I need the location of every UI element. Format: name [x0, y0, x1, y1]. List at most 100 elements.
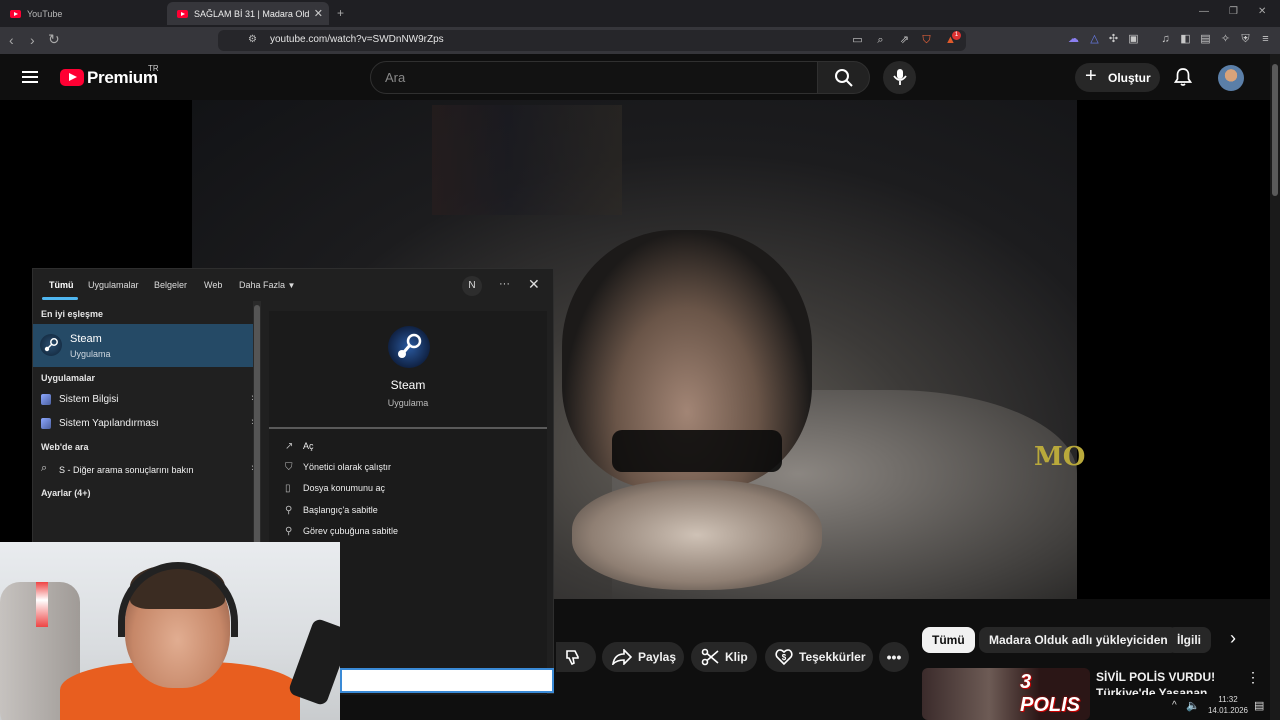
close-tab-icon[interactable]: ✕ [314, 7, 323, 20]
back-icon[interactable]: ‹ [9, 32, 14, 48]
app-result-system-config[interactable]: Sistem Yapılandırması › [33, 413, 261, 435]
search-icon [835, 69, 853, 87]
tab-apps[interactable]: Uygulamalar [88, 280, 139, 290]
thumbnail-text: 3 POLIS [1020, 671, 1081, 716]
windows-search-input[interactable] [340, 668, 554, 693]
dislike-button[interactable] [556, 642, 596, 672]
share-button[interactable]: Paylaş [602, 642, 684, 672]
recommended-video-thumbnail[interactable]: 3 POLIS [922, 668, 1090, 720]
scrollbar-thumb[interactable] [1272, 64, 1278, 196]
best-match-result[interactable]: Steam Uygulama [33, 324, 261, 367]
tab-youtube[interactable]: YouTube [0, 2, 165, 25]
address-toolbar: ‹ › ↻ ▯ ⚙ youtube.com/watch?v=SWDnNW9rZp… [0, 27, 1280, 54]
tab-video[interactable]: SAĞLAM Bİ 31 | Madara Olduk # ✕ [167, 2, 329, 25]
scissors-icon [701, 648, 719, 666]
webcam-scarf [36, 582, 48, 627]
page-scrollbar[interactable] [1270, 54, 1280, 720]
tab-more-label: Daha Fazla [239, 280, 286, 290]
more-vertical-icon[interactable]: ⋮ [1246, 669, 1260, 686]
menu-icon[interactable]: ≡ [1259, 33, 1272, 46]
url-field[interactable]: ⚙ youtube.com/watch?v=SWDnNW9rZps ▭ ⌕ ⇗ … [218, 30, 966, 51]
search-button[interactable] [817, 61, 870, 94]
chips-next-icon[interactable]: › [1230, 628, 1236, 649]
settings-header[interactable]: Ayarlar (4+) [41, 488, 90, 498]
taskbar-tray: ^ 🔈 11:32 14.01.2026 ▤ [1166, 694, 1270, 720]
hamburger-menu-icon[interactable] [22, 71, 38, 83]
action-open[interactable]: ↗ Aç [285, 441, 314, 452]
tab-all[interactable]: Tümü [49, 280, 74, 290]
close-window-icon[interactable]: ✕ [1258, 6, 1266, 17]
clip-button[interactable]: Klip [691, 642, 757, 672]
thanks-button[interactable]: $ Teşekkürler [765, 642, 873, 672]
user-account-button[interactable]: N [462, 276, 482, 296]
minimize-icon[interactable]: — [1199, 6, 1209, 17]
volume-icon[interactable]: 🔈 [1186, 699, 1200, 712]
tab-more[interactable]: Daha Fazla ▼ [239, 280, 295, 290]
cast-icon[interactable]: ▭ [851, 34, 864, 47]
pin-icon: ⚲ [285, 526, 293, 537]
create-button[interactable]: + Oluştur [1075, 63, 1160, 92]
create-label: Oluştur [1108, 71, 1151, 85]
brave-shield-icon[interactable]: ⛉ [920, 34, 933, 47]
sidebar-toggle-icon[interactable]: ◧ [1179, 33, 1192, 46]
thumbs-down-icon [566, 650, 579, 666]
voice-search-button[interactable] [883, 61, 916, 94]
search-filter-tabs: Tümü Uygulamalar Belgeler Web Daha Fazla… [33, 269, 555, 301]
best-match-header: En iyi eşleşme [41, 309, 104, 319]
shield-icon[interactable]: ⛨ [1239, 33, 1252, 46]
app-result-system-info[interactable]: Sistem Bilgisi › [33, 389, 261, 411]
vpn-icon[interactable]: ☁ [1067, 33, 1080, 46]
folder-icon: ▯ [285, 483, 291, 494]
reload-icon[interactable]: ↻ [48, 31, 60, 48]
close-icon[interactable]: ✕ [528, 276, 540, 293]
best-match-name: Steam [70, 333, 102, 345]
search-placeholder: Ara [385, 70, 406, 85]
clock-time[interactable]: 11:32 [1208, 695, 1248, 704]
video-background [432, 105, 622, 215]
zoom-icon[interactable]: ⌕ [874, 34, 887, 47]
tab-web[interactable]: Web [204, 280, 222, 290]
action-label: Başlangıç'a sabitle [303, 505, 378, 515]
action-open-file-location[interactable]: ▯ Dosya konumunu aç [285, 483, 385, 494]
leo-icon[interactable]: △ [1088, 33, 1101, 46]
new-tab-button[interactable]: + [337, 6, 344, 20]
system-info-icon [41, 394, 51, 405]
site-settings-icon[interactable]: ⚙ [248, 34, 257, 45]
notifications-bell-icon[interactable] [1173, 67, 1193, 87]
chip-from-uploader[interactable]: Madara Olduk adlı yükleyiciden [979, 627, 1178, 653]
channel-watermark[interactable]: MO [1034, 442, 1085, 472]
extensions-icon[interactable]: ✣ [1107, 33, 1120, 46]
webcam-overlay [0, 542, 340, 720]
detail-divider [269, 427, 547, 429]
ai-icon[interactable]: ✧ [1219, 33, 1232, 46]
notification-center-icon[interactable]: ▤ [1254, 699, 1264, 712]
app-result-label: Sistem Bilgisi [59, 394, 119, 405]
action-run-as-admin[interactable]: ⛉ Yönetici olarak çalıştır [285, 462, 391, 473]
action-pin-to-start[interactable]: ⚲ Başlangıç'a sabitle [285, 505, 378, 516]
caret-down-icon: ▼ [287, 281, 296, 290]
screenshot-icon[interactable]: ▣ [1127, 33, 1140, 46]
restore-icon[interactable]: ❐ [1229, 6, 1238, 17]
share-page-icon[interactable]: ⇗ [898, 34, 911, 47]
more-options-icon[interactable]: ··· [499, 278, 510, 290]
web-search-result[interactable]: ⌕ S - Diğer arama sonuçlarını bakın › [33, 459, 261, 481]
forward-icon[interactable]: › [30, 32, 35, 48]
more-actions-button[interactable]: ••• [879, 642, 909, 672]
action-pin-to-taskbar[interactable]: ⚲ Görev çubuğuna sabitle [285, 526, 398, 537]
clock-date[interactable]: 14.01.2026 [1204, 706, 1252, 715]
open-icon: ↗ [285, 441, 294, 452]
recommended-video-title[interactable]: SİVİL POLİS VURDU! Türkiye'de Yaşanan [1096, 669, 1226, 695]
youtube-logo-icon[interactable] [60, 69, 84, 86]
webcam-microphone [287, 617, 340, 707]
wallet-icon[interactable]: ▤ [1199, 33, 1212, 46]
action-label: Görev çubuğuna sabitle [303, 526, 399, 536]
chip-all[interactable]: Tümü [922, 627, 975, 653]
tab-documents[interactable]: Belgeler [154, 280, 187, 290]
search-input[interactable]: Ara [370, 61, 818, 94]
browser-tab-bar: YouTube SAĞLAM Bİ 31 | Madara Olduk # ✕ … [0, 0, 1280, 27]
media-icon[interactable]: ♫ [1159, 33, 1172, 46]
tray-chevron-icon[interactable]: ^ [1172, 700, 1177, 711]
chip-related[interactable]: İlgili [1167, 627, 1211, 653]
results-scrollbar-thumb[interactable] [254, 305, 260, 555]
avatar[interactable] [1218, 65, 1244, 91]
